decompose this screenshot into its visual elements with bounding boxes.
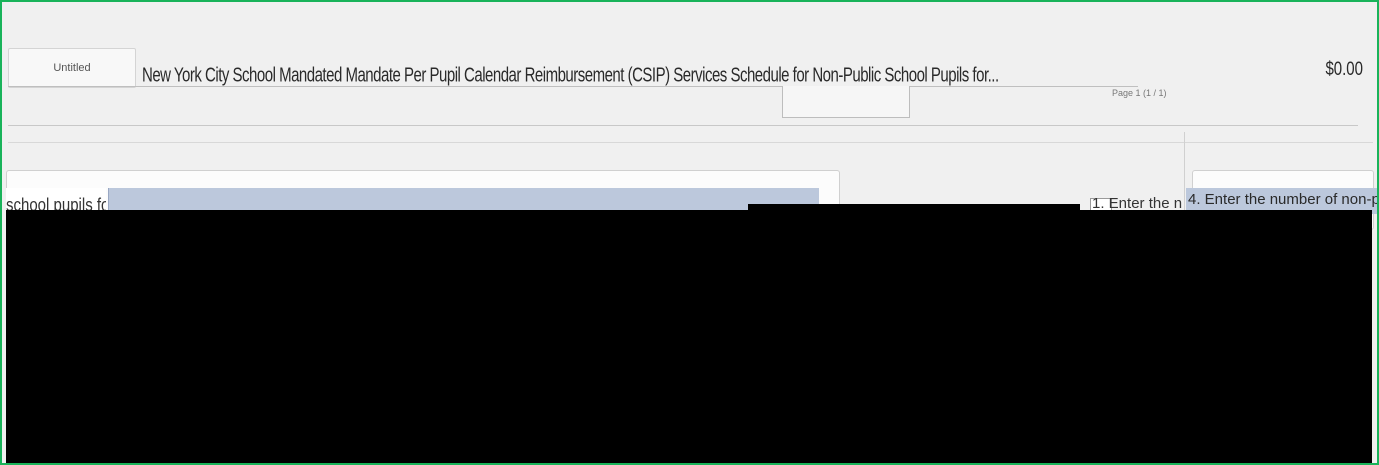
toolbar-field[interactable] [782, 86, 910, 118]
total-amount: $0.00 [1325, 58, 1363, 81]
application-window: Untitled New York City School Mandated M… [0, 0, 1379, 465]
page-status-text: Page 1 (1 / 1) [1112, 88, 1167, 98]
document-tab-button[interactable]: Untitled [8, 48, 136, 88]
redaction-overlay [6, 210, 1372, 463]
toolbar-rule [8, 125, 1358, 126]
document-title: New York City School Mandated Mandate Pe… [142, 64, 999, 87]
toolbar-divider [8, 86, 1138, 87]
toolbar-bottom-border [8, 142, 1373, 143]
panel-separator [1184, 132, 1185, 212]
